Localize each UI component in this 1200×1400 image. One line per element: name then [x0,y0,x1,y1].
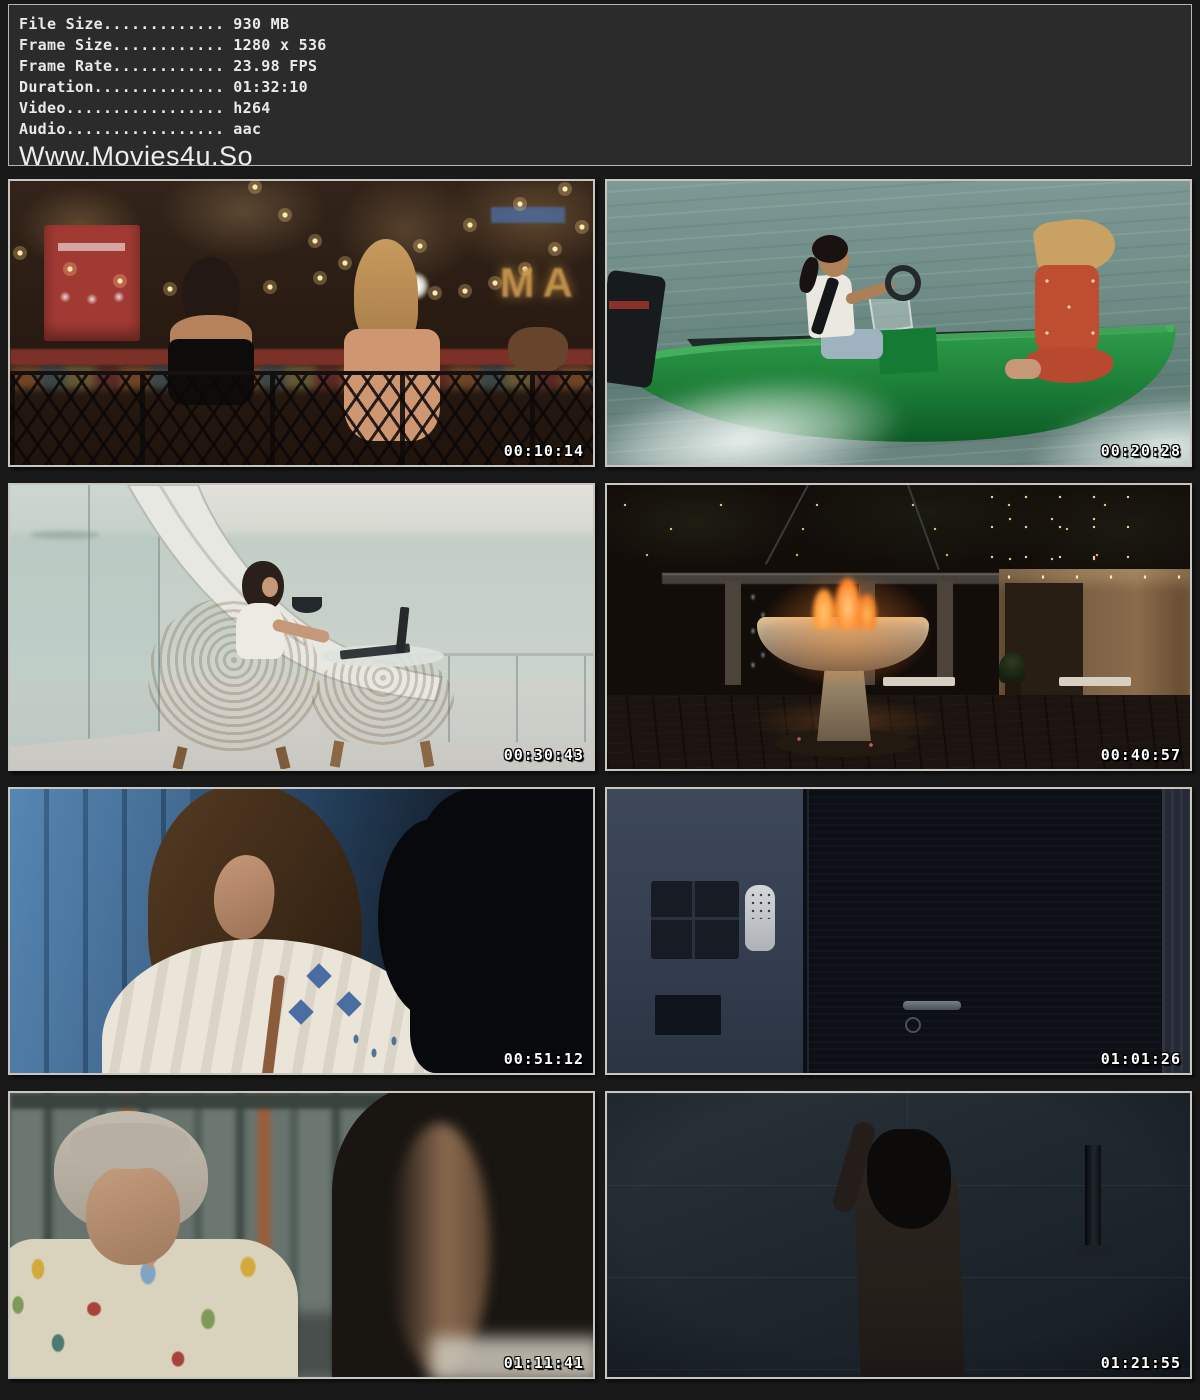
table-leg [330,740,344,767]
string-lights [10,181,593,331]
gray-haired-man-face [86,1165,180,1265]
info-line-audio: Audio.................aac [19,119,1177,140]
info-dots: ............ [112,36,224,54]
black-bowl [292,597,322,613]
screenshot-thumbnail-8: 01:21:55 [605,1091,1192,1379]
info-label: Video [19,99,66,117]
info-value: aac [224,120,261,138]
plant-pot [1005,681,1021,695]
driver-hair [812,235,848,263]
screenshot-thumbnail-1: MA 00:10:14 [8,179,595,467]
table-leg [420,740,434,767]
downlight-dots [999,573,1190,581]
steering-wheel [885,265,921,301]
info-label: File Size [19,15,103,33]
wicker-egg-chair [148,597,320,755]
media-info-panel: File Size.............930 MB Frame Size.… [8,4,1192,166]
info-dots: .............. [94,78,225,96]
site-watermark: Www.Movies4u.So [19,141,1177,171]
thumbnail-image-dark-door [607,789,1190,1073]
seated-woman-face [262,577,278,597]
info-line-filesize: File Size.............930 MB [19,14,1177,35]
info-value: 1280 x 536 [224,36,326,54]
embroidery-leaves [346,1029,416,1069]
info-line-framesize: Frame Size............1280 x 536 [19,35,1177,56]
info-label: Frame Size [19,36,112,54]
timestamp-overlay: 00:30:43 [504,746,584,764]
thumbnail-image-courtyard [607,485,1190,769]
screenshot-thumbnail-2: 00:20:28 [605,179,1192,467]
thumbnail-image-blouse-woman [10,789,593,1073]
screenshot-thumbnail-5: 00:51:12 [8,787,595,1075]
info-label: Duration [19,78,94,96]
info-line-duration: Duration..............01:32:10 [19,77,1177,98]
passenger-legs [1005,359,1041,379]
light-switch-panel [651,881,739,959]
info-line-video: Video.................h264 [19,98,1177,119]
dark-vignette [607,1093,1190,1377]
foreground-silhouette [410,789,593,1073]
timestamp-overlay: 01:21:55 [1101,1354,1181,1372]
info-value: h264 [224,99,270,117]
handbag [508,327,568,373]
timestamp-overlay: 01:11:41 [504,1354,584,1372]
chair-leg [275,746,290,770]
screenshot-thumbnail-3: 00:30:43 [8,483,595,771]
wooden-door [807,789,1162,1073]
curtain-edge [1162,789,1190,1073]
light-switch-panel-small [655,995,721,1035]
timestamp-overlay: 00:20:28 [1101,442,1181,460]
info-dots: ............ [112,57,224,75]
thumbnail-image-night-market: MA [10,181,593,465]
timestamp-overlay: 00:40:57 [1101,746,1181,764]
bar-counter [10,349,593,365]
chair-leg [172,746,187,770]
info-value: 01:32:10 [224,78,308,96]
info-value: 23.98 FPS [224,57,317,75]
market-sign-letters: MA [500,259,581,307]
thumbnail-image-speedboat [607,181,1190,465]
thumbnail-image-two-men [10,1093,593,1377]
screenshot-thumbnail-7: 01:11:41 [8,1091,595,1379]
timestamp-overlay: 00:51:12 [504,1050,584,1068]
info-value: 930 MB [224,15,289,33]
bench [1059,677,1131,686]
info-label: Audio [19,120,66,138]
thumbnail-image-balcony [10,485,593,769]
info-dots: ............. [103,15,224,33]
fairy-light-cluster [980,485,1130,565]
info-dots: ................. [66,99,225,117]
door-lock-rosette [905,1017,921,1033]
screenshot-thumbnail-6: 01:01:26 [605,787,1192,1075]
gray-hair-fringe [70,1123,190,1169]
timestamp-overlay: 00:10:14 [504,442,584,460]
screenshot-grid: MA 00:10:14 [8,179,1192,1379]
potted-plant [999,653,1025,683]
motor-stripe [609,301,649,309]
info-line-framerate: Frame Rate............23.98 FPS [19,56,1177,77]
remote-buttons [749,891,771,919]
preview-sheet: File Size.............930 MB Frame Size.… [0,0,1200,1383]
info-label: Frame Rate [19,57,112,75]
door-handle [903,1001,961,1010]
fire-glow [737,555,957,705]
timestamp-overlay: 01:01:26 [1101,1050,1181,1068]
dark-haired-man-face-edge [390,1123,490,1373]
thumbnail-image-shower [607,1093,1190,1377]
info-dots: ................. [66,120,225,138]
screenshot-thumbnail-4: 00:40:57 [605,483,1192,771]
passenger-red-dress [1035,265,1099,357]
